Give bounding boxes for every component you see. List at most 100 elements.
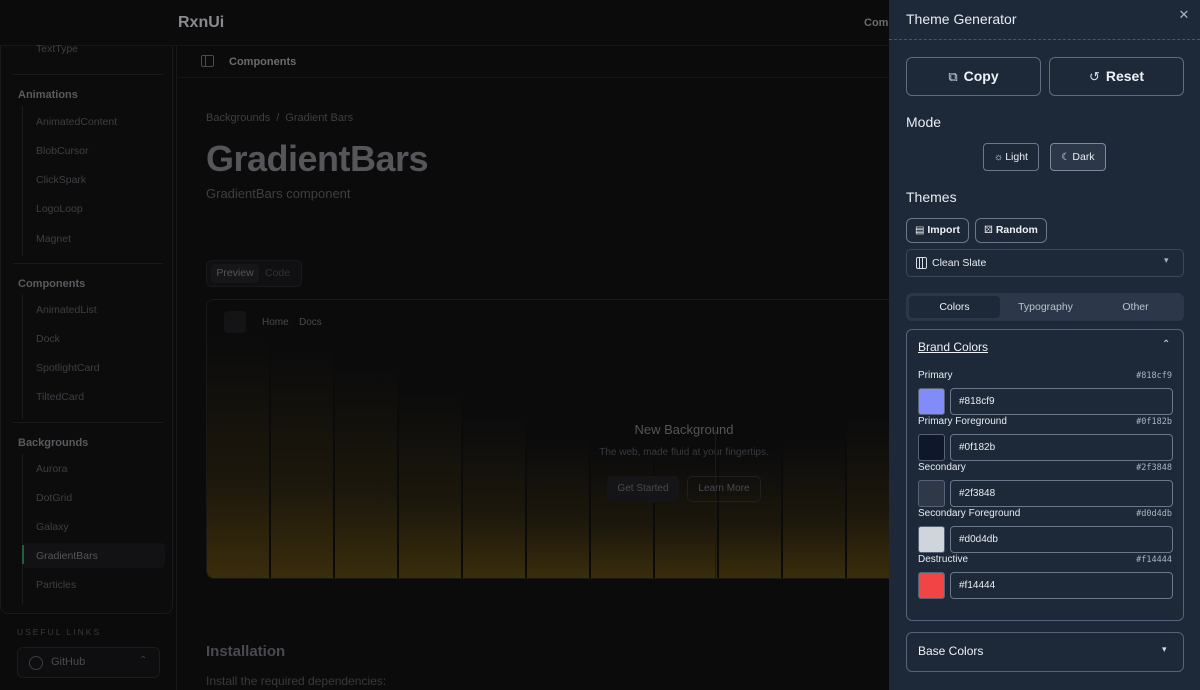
color-hex: #d0d4db: [1136, 509, 1172, 519]
preview-subheading: The web, made fluid at your fingertips.: [599, 447, 769, 458]
useful-links-label: USEFUL LINKS: [17, 627, 102, 637]
color-hex: #2f3848: [1136, 463, 1172, 473]
sidebar-item[interactable]: Particles: [36, 579, 76, 591]
sun-icon: ☼: [994, 152, 1004, 163]
breadcrumb-link[interactable]: Backgrounds: [206, 112, 270, 124]
preview-nav-docs[interactable]: Docs: [299, 317, 322, 328]
sidebar-item[interactable]: ClickSpark: [36, 174, 86, 186]
sidebar-item[interactable]: Dock: [36, 333, 60, 345]
tab-typography[interactable]: Typography: [1000, 296, 1091, 318]
installation-heading: Installation: [206, 643, 286, 660]
sidebar-item[interactable]: AnimatedList: [36, 304, 97, 316]
reset-label: Reset: [1105, 68, 1145, 84]
sidebar-item[interactable]: DotGrid: [36, 492, 72, 504]
color-input[interactable]: [950, 526, 1173, 553]
divider: [889, 39, 1200, 40]
random-label: Random: [995, 224, 1038, 236]
copy-icon: ⧉: [948, 69, 958, 84]
gradient-bar: [783, 438, 845, 578]
sidebar-item[interactable]: Galaxy: [36, 521, 69, 533]
gradient-bar: [719, 450, 781, 578]
sidebar-item[interactable]: SpotlightCard: [36, 362, 100, 374]
sidebar-item[interactable]: BlobCursor: [36, 145, 89, 157]
sidebar-rail: [22, 295, 23, 419]
color-label: Primary: [918, 370, 953, 381]
tab-other[interactable]: Other: [1090, 296, 1181, 318]
color-swatch[interactable]: [918, 526, 945, 553]
tab-colors[interactable]: Colors: [909, 296, 1000, 318]
page-subtitle: GradientBars component: [206, 186, 351, 201]
breadcrumb-separator: /: [276, 112, 280, 124]
learn-more-button[interactable]: Learn More: [687, 476, 761, 502]
sidebar-item[interactable]: AnimatedContent: [36, 116, 117, 128]
chevron-up-icon: ⌃: [139, 655, 148, 666]
palette-icon: [916, 257, 927, 269]
color-swatch[interactable]: [918, 434, 945, 461]
color-hex: #0f182b: [1136, 417, 1172, 427]
sidebar-toggle-icon[interactable]: [201, 55, 214, 67]
color-label: Destructive: [918, 554, 969, 565]
color-swatch[interactable]: [918, 480, 945, 507]
mode-label: Mode: [906, 114, 942, 130]
gradient-bar: [591, 450, 653, 578]
sidebar-active-indicator: [22, 545, 24, 564]
chevron-up-icon[interactable]: ⌃: [1162, 339, 1170, 350]
color-label: Secondary: [918, 462, 966, 473]
color-swatch[interactable]: [918, 388, 945, 415]
copy-button[interactable]: ⧉ Copy: [906, 57, 1041, 96]
chevron-down-icon[interactable]: ▾: [1162, 644, 1167, 655]
sidebar: TextType Animations AnimatedContent Blob…: [0, 43, 177, 690]
sidebar-item[interactable]: LogoLoop: [36, 203, 83, 215]
mode-dark-button[interactable]: ☾ Dark: [1050, 143, 1106, 171]
theme-generator-panel: Theme Generator ✕ ⧉ Copy ↺ Reset Mode ☼ Lig…: [889, 0, 1200, 690]
color-swatch[interactable]: [918, 572, 945, 599]
color-hex: #818cf9: [1136, 371, 1172, 381]
tab-preview[interactable]: Preview: [211, 264, 259, 283]
header-title: Components: [229, 56, 297, 68]
sidebar-item-active[interactable]: GradientBars: [36, 550, 98, 562]
top-nav: RxnUi Comp: [0, 0, 895, 46]
color-input[interactable]: [950, 480, 1173, 507]
dice-icon: ⚄: [984, 225, 993, 236]
theme-select[interactable]: Clean Slate ▾: [906, 249, 1184, 277]
chevron-down-icon: ▾: [1164, 255, 1169, 265]
sidebar-section-title: Animations: [18, 89, 78, 101]
color-hex: #f14444: [1136, 555, 1172, 565]
mode-light-label: Light: [1005, 151, 1028, 163]
get-started-button[interactable]: Get Started: [607, 476, 679, 502]
color-input[interactable]: [950, 572, 1173, 599]
brand-colors-section: Brand Colors ⌃ Primary #818cf9 Primary F…: [906, 329, 1184, 621]
gradient-bar: [271, 348, 333, 578]
close-icon[interactable]: ✕: [1176, 7, 1192, 23]
brand-logo[interactable]: RxnUi: [178, 14, 224, 32]
sidebar-item[interactable]: TiltedCard: [36, 391, 84, 403]
brand-colors-toggle[interactable]: Brand Colors: [918, 340, 988, 354]
gradient-bar: [335, 368, 397, 578]
mode-light-button[interactable]: ☼ Light: [983, 143, 1039, 171]
base-colors-section[interactable]: Base Colors ▾: [906, 632, 1184, 672]
github-link-button[interactable]: GitHub ⌃: [17, 647, 160, 678]
import-button[interactable]: ▤ Import: [906, 218, 969, 243]
color-input[interactable]: [950, 434, 1173, 461]
content-header: Components: [178, 46, 889, 78]
theme-tabs: Colors Typography Other: [906, 293, 1184, 321]
base-colors-toggle[interactable]: Base Colors: [918, 644, 983, 658]
sidebar-section-title: Backgrounds: [18, 437, 89, 449]
gradient-bar: [527, 438, 589, 578]
sidebar-item[interactable]: Magnet: [36, 233, 71, 245]
random-button[interactable]: ⚄ Random: [975, 218, 1047, 243]
tab-code[interactable]: Code: [265, 264, 290, 283]
preview-nav-home[interactable]: Home: [262, 317, 289, 328]
installation-text: Install the required dependencies:: [206, 674, 387, 688]
themes-label: Themes: [906, 189, 957, 205]
color-label: Primary Foreground: [918, 416, 1007, 427]
sidebar-item[interactable]: TextType: [36, 43, 78, 55]
color-input[interactable]: [950, 388, 1173, 415]
sidebar-nav: TextType Animations AnimatedContent Blob…: [0, 43, 173, 614]
divider: [13, 422, 163, 423]
sidebar-rail: [22, 454, 23, 604]
preview-code-tabs: Preview Code: [206, 260, 302, 287]
reset-button[interactable]: ↺ Reset: [1049, 57, 1184, 96]
breadcrumb-current: Gradient Bars: [285, 112, 354, 124]
sidebar-item[interactable]: Aurora: [36, 463, 68, 475]
